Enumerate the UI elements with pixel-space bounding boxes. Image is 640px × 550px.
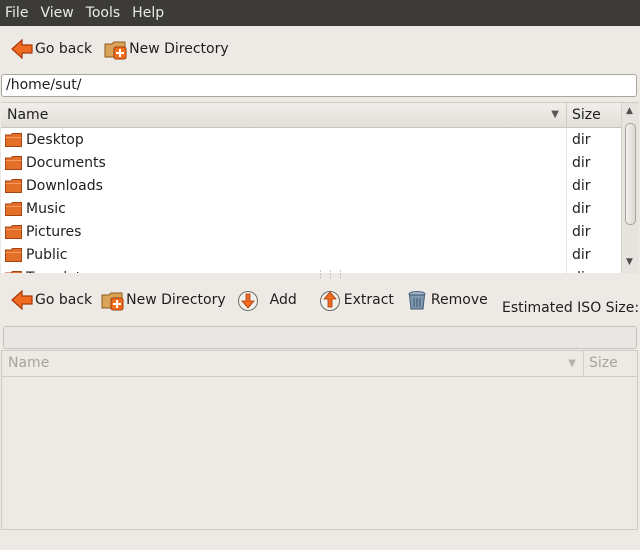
column-name-label: Name [7, 107, 49, 123]
file-name-cell: Music [1, 197, 567, 220]
file-name: Downloads [26, 177, 103, 194]
file-size: dir [572, 246, 591, 263]
sort-down-icon: ▼ [551, 109, 559, 120]
iso-column-name-label: Name [8, 355, 50, 371]
folder-new-icon [104, 41, 127, 60]
file-size: dir [572, 223, 591, 240]
folder-icon [5, 224, 22, 239]
new-directory-button[interactable]: New Directory [98, 34, 235, 64]
file-size: dir [572, 131, 591, 148]
folder-icon [5, 270, 22, 273]
go-back-button[interactable]: Go back [0, 34, 98, 64]
file-name-cell: Downloads [1, 174, 567, 197]
column-size-header[interactable]: Size [567, 103, 601, 127]
iso-path-field[interactable] [3, 326, 637, 349]
new-directory-label: New Directory [129, 41, 229, 57]
file-size: dir [567, 270, 591, 274]
folder-icon [5, 155, 22, 170]
scrollbar-thumb[interactable] [625, 123, 636, 225]
iso-new-directory-label: New Directory [126, 292, 226, 308]
table-row[interactable]: Music dir [1, 197, 621, 220]
iso-list-header: Name ▼ Size [2, 351, 638, 377]
menu-file[interactable]: File [0, 0, 34, 26]
iso-go-back-label: Go back [35, 292, 93, 308]
menu-help[interactable]: Help [126, 0, 170, 26]
table-row[interactable]: Public dir [1, 243, 621, 266]
path-field[interactable]: /home/sut/ [1, 74, 637, 97]
table-row[interactable]: Desktop dir [1, 128, 621, 151]
table-row[interactable]: Documents dir [1, 151, 621, 174]
filesystem-scrollbar[interactable]: ▲ ▼ [621, 103, 639, 273]
go-back-arrow-icon [11, 38, 33, 60]
scroll-up-icon[interactable]: ▲ [626, 106, 633, 116]
menu-view[interactable]: View [34, 0, 79, 26]
trash-icon [408, 291, 426, 310]
extract-button[interactable]: Extract [303, 285, 400, 315]
file-name: Documents [26, 154, 106, 171]
file-name-cell: Public [1, 243, 567, 266]
folder-icon [5, 201, 22, 216]
sort-down-icon: ▼ [568, 358, 576, 369]
file-name: Music [26, 200, 66, 217]
scroll-down-icon[interactable]: ▼ [626, 257, 633, 267]
file-size: dir [572, 154, 591, 171]
extract-label: Extract [343, 292, 394, 308]
iso-column-size-header[interactable]: Size [584, 351, 618, 376]
file-name-cell: Desktop [1, 128, 567, 151]
go-back-label: Go back [35, 41, 93, 57]
remove-button[interactable]: Remove [400, 285, 494, 315]
table-row[interactable]: Pictures dir [1, 220, 621, 243]
go-back-arrow-icon [11, 289, 33, 311]
folder-new-icon [101, 292, 124, 311]
file-size: dir [572, 200, 591, 217]
folder-icon [5, 247, 22, 262]
add-down-arrow-icon [237, 291, 258, 311]
estimated-iso-size-label: Estimated ISO Size: [502, 300, 640, 316]
iso-column-name-header[interactable]: Name ▼ [2, 351, 584, 376]
folder-icon [5, 132, 22, 147]
filesystem-rows: Desktop dir Documents dir Downloads dir Music d… [1, 128, 621, 273]
iso-go-back-button[interactable]: Go back [0, 285, 98, 315]
file-name-cell: Templates [1, 266, 567, 273]
file-size: dir [572, 177, 591, 194]
iso-list: Name ▼ Size [1, 350, 638, 530]
file-name: Public [26, 246, 68, 263]
add-button[interactable]: Add [232, 285, 303, 315]
folder-icon [5, 178, 22, 193]
filesystem-toolbar: Go back New Directory [0, 27, 640, 71]
file-name-cell: Documents [1, 151, 567, 174]
column-name-header[interactable]: Name ▼ [1, 103, 567, 127]
menu-bar: File View Tools Help [0, 0, 640, 26]
table-row[interactable]: Downloads dir [1, 174, 621, 197]
file-name-cell: Pictures [1, 220, 567, 243]
extract-up-arrow-icon [319, 291, 340, 311]
file-name: Desktop [26, 131, 84, 148]
filesystem-list-header: Name ▼ Size [1, 103, 621, 128]
iso-new-directory-button[interactable]: New Directory [98, 285, 232, 315]
file-name: Pictures [26, 223, 82, 240]
filesystem-list: Name ▼ Size Desktop dir Documents dir Downlo… [1, 102, 639, 273]
table-row[interactable]: Templates dir [1, 266, 621, 273]
menu-tools[interactable]: Tools [80, 0, 127, 26]
file-name: Templates [26, 270, 97, 274]
add-label: Add [269, 292, 297, 308]
remove-label: Remove [430, 292, 488, 308]
